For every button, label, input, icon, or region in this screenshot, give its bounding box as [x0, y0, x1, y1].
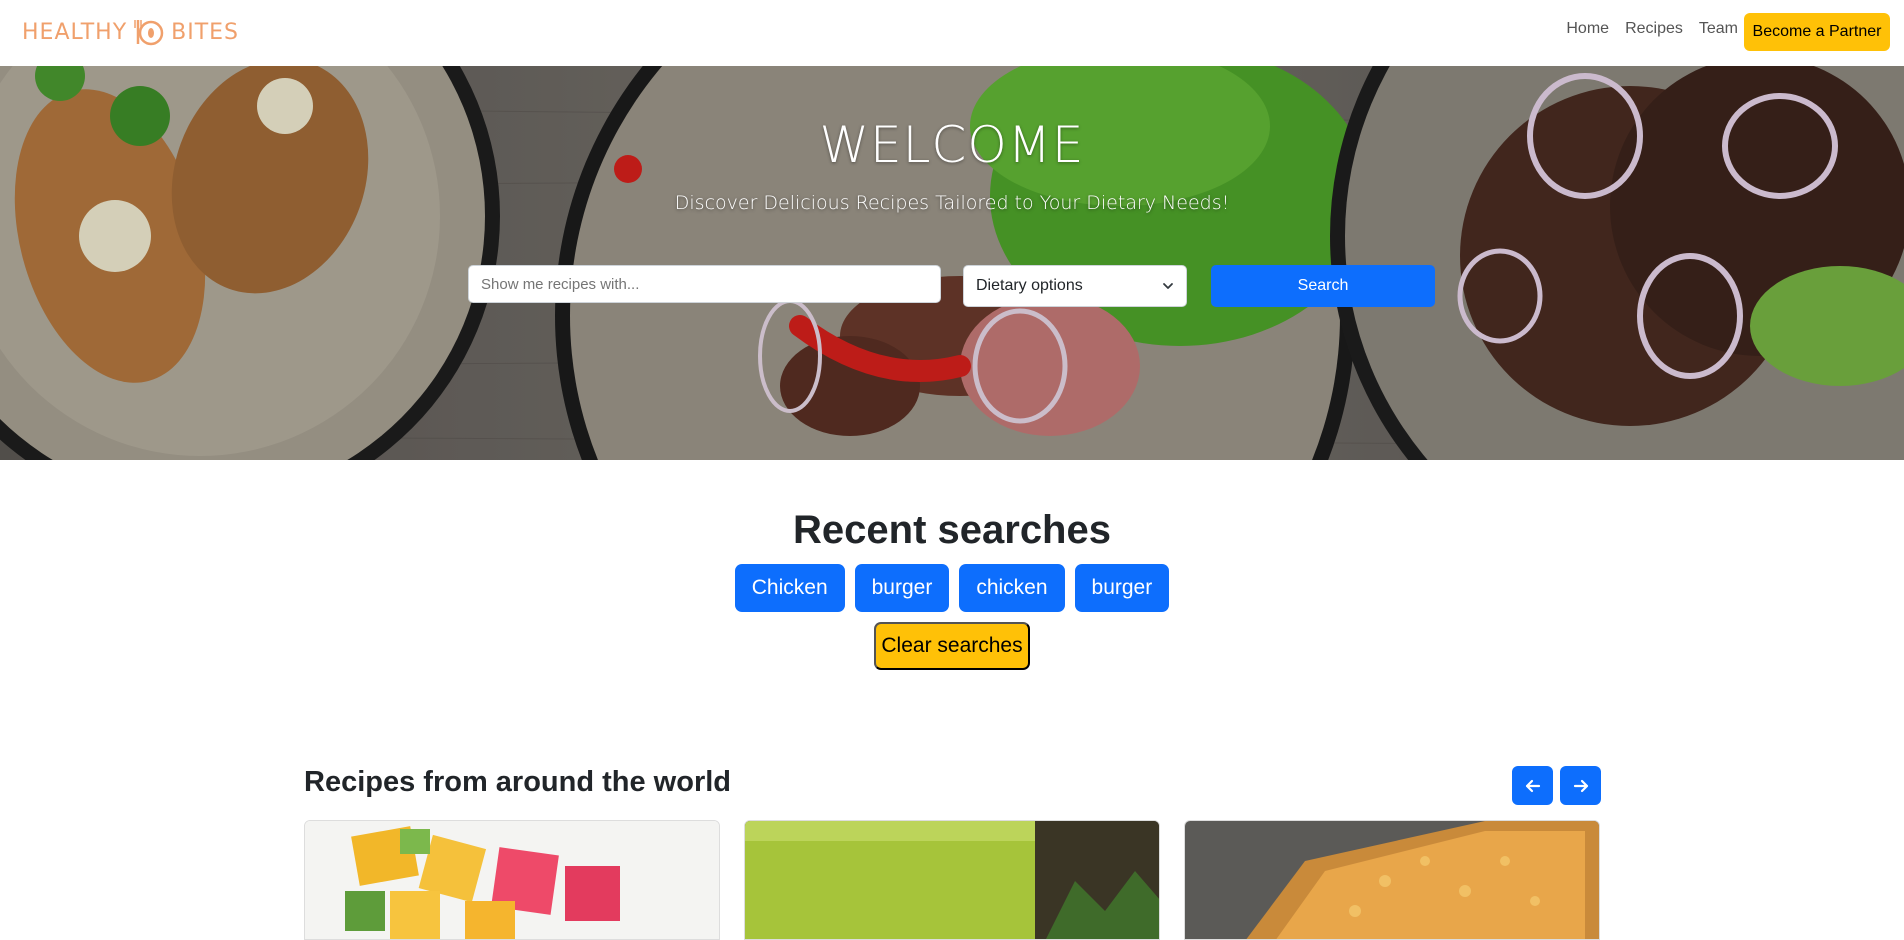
search-button[interactable]: Search: [1211, 265, 1435, 307]
recipe-search-input[interactable]: [468, 265, 941, 303]
recent-search-chips: Chicken burger chicken burger: [0, 564, 1904, 612]
become-partner-button[interactable]: Become a Partner: [1744, 13, 1890, 51]
recent-searches-title: Recent searches: [793, 508, 1111, 552]
hero-title: WELCOME: [819, 116, 1085, 174]
recipe-card[interactable]: [744, 820, 1160, 940]
clear-searches-button[interactable]: Clear searches: [874, 622, 1030, 670]
recipes-section-title: Recipes from around the world: [304, 766, 731, 798]
hero-banner: WELCOME Discover Delicious Recipes Tailo…: [0, 66, 1904, 460]
chevron-down-icon: [1163, 283, 1173, 289]
brand-logo[interactable]: HEALTHY BITES: [22, 14, 239, 50]
hero-subtitle: Discover Delicious Recipes Tailored to Y…: [674, 192, 1230, 214]
dietary-options-select[interactable]: Dietary options: [963, 265, 1187, 307]
brand-name-right: BITES: [171, 19, 240, 45]
carousel-next-button[interactable]: [1560, 766, 1601, 805]
nav-team[interactable]: Team: [1699, 20, 1738, 38]
recipe-card-image: [745, 821, 1159, 939]
navbar: HEALTHY BITES Home Recipes Team Become a…: [0, 0, 1904, 66]
arrow-right-icon: [1573, 779, 1588, 792]
recipe-card-image: [1185, 821, 1599, 939]
logo-icon: [134, 20, 164, 46]
recipe-card-image: [305, 821, 719, 939]
carousel-prev-button[interactable]: [1512, 766, 1553, 805]
recipe-card[interactable]: [1184, 820, 1600, 940]
nav-home[interactable]: Home: [1566, 20, 1609, 38]
recent-search-chip[interactable]: chicken: [959, 564, 1065, 612]
dietary-options-value: Dietary options: [976, 277, 1083, 294]
nav-recipes[interactable]: Recipes: [1625, 20, 1683, 38]
recent-search-chip[interactable]: burger: [1074, 564, 1170, 612]
recipe-card[interactable]: [304, 820, 720, 940]
brand-name-left: HEALTHY: [22, 19, 128, 45]
recent-search-chip[interactable]: Chicken: [734, 564, 845, 612]
arrow-left-icon: [1525, 779, 1540, 792]
recent-search-chip[interactable]: burger: [854, 564, 950, 612]
nav-links: Home Recipes Team: [1566, 20, 1738, 38]
